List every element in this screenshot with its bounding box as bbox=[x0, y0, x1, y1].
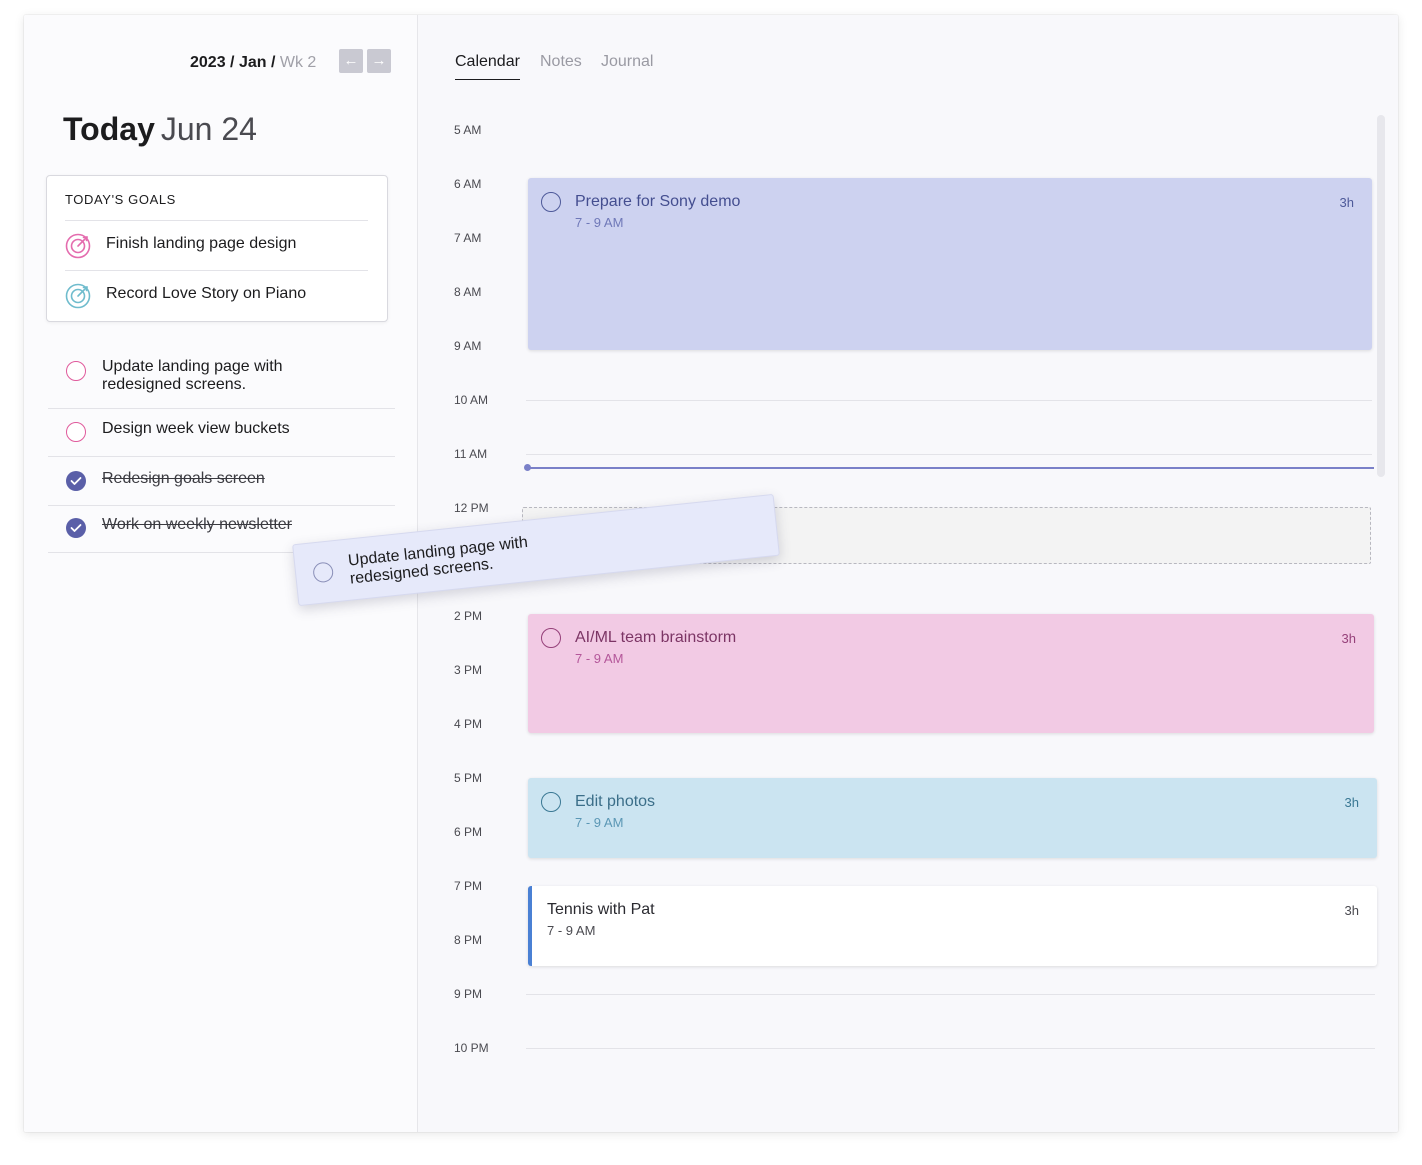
hour-label: 8 AM bbox=[454, 285, 482, 299]
tab-notes[interactable]: Notes bbox=[540, 53, 582, 79]
event-checkbox[interactable] bbox=[541, 792, 561, 812]
event-time: 7 - 9 AM bbox=[575, 651, 624, 666]
prev-week-button[interactable]: ← bbox=[339, 49, 363, 73]
hour-label: 12 PM bbox=[454, 501, 489, 515]
goal-label: Finish landing page design bbox=[106, 235, 297, 252]
tab-calendar[interactable]: Calendar bbox=[455, 53, 520, 80]
hour-label: 5 PM bbox=[454, 771, 483, 785]
event-time: 7 - 9 AM bbox=[575, 215, 624, 230]
event-title: AI/ML team brainstorm bbox=[575, 629, 737, 646]
hour-gridline bbox=[526, 454, 1372, 455]
task-checkbox-checked[interactable] bbox=[66, 471, 86, 491]
tab-journal[interactable]: Journal bbox=[601, 53, 653, 79]
today-date: Jun 24 bbox=[160, 111, 257, 147]
arrow-right-icon: → bbox=[371, 52, 387, 69]
event-title: Edit photos bbox=[575, 793, 656, 810]
event-duration: 3h bbox=[1344, 795, 1359, 810]
task-item[interactable]: Design week view buckets bbox=[48, 409, 395, 457]
hour-label: 6 AM bbox=[454, 177, 482, 191]
breadcrumb-year[interactable]: 2023 bbox=[190, 54, 226, 71]
hour-label: 9 PM bbox=[454, 987, 483, 1001]
task-item[interactable]: Redesign goals screen bbox=[48, 457, 395, 506]
hour-label: 6 PM bbox=[454, 825, 483, 839]
task-checkbox[interactable] bbox=[66, 422, 86, 442]
hour-label: 10 PM bbox=[454, 1041, 489, 1055]
task-label: Design week view buckets bbox=[102, 420, 290, 437]
next-week-button[interactable]: → bbox=[367, 49, 391, 73]
page-title: Today Jun 24 bbox=[63, 111, 257, 148]
event-duration: 3h bbox=[1341, 631, 1356, 646]
task-checkbox[interactable] bbox=[312, 561, 335, 584]
event-duration: 3h bbox=[1344, 903, 1359, 918]
event-duration: 3h bbox=[1339, 195, 1354, 210]
check-icon bbox=[70, 524, 82, 532]
target-icon bbox=[65, 233, 91, 259]
calendar-event[interactable]: Tennis with Pat 7 - 9 AM 3h bbox=[528, 886, 1377, 966]
hour-label: 5 AM bbox=[454, 123, 482, 137]
breadcrumb-month[interactable]: Jan bbox=[239, 54, 267, 71]
event-title: Tennis with Pat bbox=[547, 901, 655, 918]
task-item[interactable]: Update landing page with redesigned scre… bbox=[48, 347, 395, 409]
goals-title: TODAY'S GOALS bbox=[65, 192, 176, 207]
hour-label: 10 AM bbox=[454, 393, 489, 407]
event-checkbox[interactable] bbox=[541, 192, 561, 212]
event-title: Prepare for Sony demo bbox=[575, 193, 741, 210]
hour-label: 3 PM bbox=[454, 663, 483, 677]
event-checkbox[interactable] bbox=[541, 628, 561, 648]
target-icon bbox=[65, 283, 91, 309]
calendar-event[interactable]: Edit photos 7 - 9 AM 3h bbox=[528, 778, 1377, 858]
goals-card: TODAY'S GOALS Finish landing page design bbox=[46, 175, 388, 322]
scrollbar[interactable] bbox=[1377, 115, 1385, 477]
task-checkbox[interactable] bbox=[66, 361, 86, 381]
calendar-event[interactable]: Prepare for Sony demo 7 - 9 AM 3h bbox=[528, 178, 1372, 350]
calendar-event[interactable]: AI/ML team brainstorm 7 - 9 AM 3h bbox=[528, 614, 1374, 733]
hour-label: 2 PM bbox=[454, 609, 483, 623]
event-time: 7 - 9 AM bbox=[547, 923, 596, 938]
hour-label: 4 PM bbox=[454, 717, 483, 731]
hour-label: 7 AM bbox=[454, 231, 482, 245]
hour-gridline bbox=[526, 994, 1375, 995]
hour-label: 7 PM bbox=[454, 879, 483, 893]
goal-label: Record Love Story on Piano bbox=[106, 285, 307, 302]
hour-label: 11 AM bbox=[454, 447, 488, 461]
breadcrumb-week[interactable]: Wk 2 bbox=[280, 54, 316, 71]
goal-item[interactable]: Record Love Story on Piano bbox=[65, 270, 368, 320]
breadcrumb: 2023 / Jan / Wk 2 bbox=[190, 54, 317, 71]
current-time-dot bbox=[524, 464, 531, 471]
current-time-line bbox=[526, 467, 1374, 469]
hour-label: 9 AM bbox=[454, 339, 482, 353]
task-checkbox-checked[interactable] bbox=[66, 518, 86, 538]
goal-item[interactable]: Finish landing page design bbox=[65, 220, 368, 270]
hour-gridline bbox=[526, 1048, 1375, 1049]
hour-gridline bbox=[526, 400, 1372, 401]
hour-label: 8 PM bbox=[454, 933, 483, 947]
event-time: 7 - 9 AM bbox=[575, 815, 624, 830]
today-label: Today bbox=[63, 111, 155, 147]
task-label: Work on weekly newsletter bbox=[102, 516, 292, 533]
task-list: Update landing page with redesigned scre… bbox=[48, 347, 395, 553]
task-label: Redesign goals screen bbox=[102, 470, 265, 487]
arrow-left-icon: ← bbox=[343, 52, 359, 69]
task-label: Update landing page with redesigned scre… bbox=[102, 358, 283, 393]
app-window: 2023 / Jan / Wk 2 ← → Today Jun 24 TODAY'… bbox=[24, 15, 1398, 1132]
check-icon bbox=[70, 477, 82, 485]
